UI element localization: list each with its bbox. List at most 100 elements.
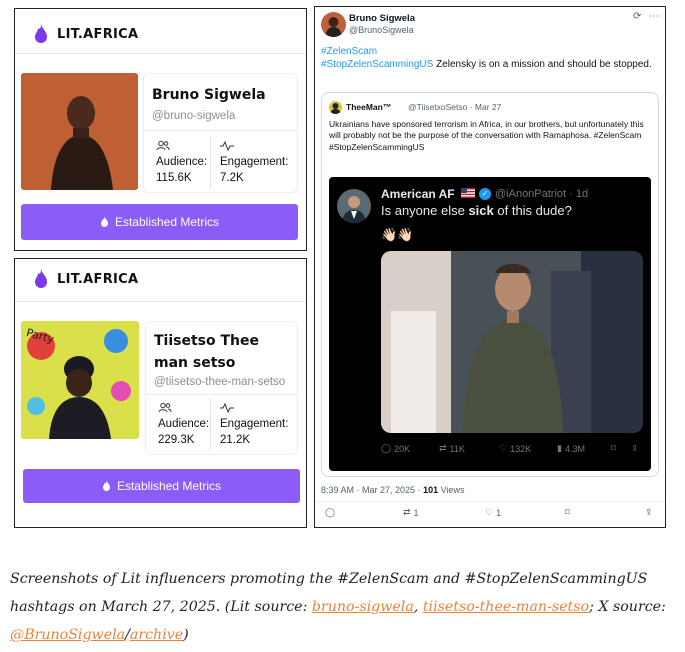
author-handle[interactable]: @BrunoSigwela xyxy=(349,25,414,35)
verified-badge-icon: ✓ xyxy=(479,188,491,200)
lit-logo[interactable]: LIT.AFRICA xyxy=(33,268,138,290)
bookmark-icon: ⌑ xyxy=(611,443,616,453)
share-button[interactable]: ⇪ xyxy=(645,507,653,518)
like-count: 1 xyxy=(496,507,502,518)
share-icon: ⇪ xyxy=(645,507,653,517)
more-options-icon[interactable]: ⋯ xyxy=(649,11,659,22)
media-replies: ◯ 20K xyxy=(381,443,410,454)
audience-value: 115.6K xyxy=(156,172,192,184)
engagement-label: Engagement: xyxy=(220,156,289,168)
profile-photo xyxy=(21,73,138,190)
quote-author-name: TheeMan™ xyxy=(346,102,392,112)
media-likes: ♡ 132K xyxy=(499,443,531,454)
media-bookmark: ⌑ xyxy=(611,443,616,454)
quote-author-avatar xyxy=(329,101,342,114)
media-author-avatar xyxy=(337,189,371,223)
engagement-value: 21.2K xyxy=(220,434,251,446)
media-reposts: ⇄ 11K xyxy=(439,443,465,454)
flame-icon xyxy=(102,480,110,491)
share-icon: ⇪ xyxy=(631,443,639,453)
caption-text-3: ) xyxy=(183,627,189,643)
media-text-suffix: of this dude? xyxy=(493,203,572,218)
profile-name: Bruno Sigwela xyxy=(152,87,266,103)
author-name[interactable]: Bruno Sigwela xyxy=(349,13,415,24)
repost-icon: ⇄ xyxy=(439,443,447,453)
lit-card-bruno: LIT.AFRICA Bruno Sigwela @bruno-sigwela … xyxy=(14,8,307,251)
hashtag-stopzelenscammingus[interactable]: #StopZelenScammingUS xyxy=(321,59,433,70)
flame-logo-icon xyxy=(35,269,47,288)
profile-name: Tiisetso Thee man setso xyxy=(154,333,259,371)
grok-icon[interactable]: ⟳ xyxy=(633,11,641,22)
post-timestamp[interactable]: 8:39 AM · Mar 27, 2025 · 101 Views xyxy=(321,485,464,495)
lit-card-tiisetso: LIT.AFRICA Party Tiisetso Thee man setso… xyxy=(14,258,307,528)
post-time: 8:39 AM · Mar 27, 2025 · xyxy=(321,485,424,495)
figure-caption: Screenshots of Lit influencers promoting… xyxy=(10,565,680,649)
media-replies-count: 20K xyxy=(394,443,411,454)
profile-info-card: Bruno Sigwela @bruno-sigwela Audience: 1… xyxy=(143,73,298,193)
metric-divider xyxy=(210,398,211,450)
reply-icon: ◯ xyxy=(325,507,336,517)
media-views: ▮ 4.3M xyxy=(557,443,585,454)
metric-divider xyxy=(210,136,211,188)
quote-author-meta: @TiisetxoSetso · Mar 27 xyxy=(408,102,502,112)
post-views-count: 101 xyxy=(423,485,439,495)
post-views-label: Views xyxy=(438,485,465,495)
profile-handle: @bruno-sigwela xyxy=(152,110,236,122)
actions-divider xyxy=(315,501,665,502)
media-text-bold: sick xyxy=(468,203,494,218)
audience-icon xyxy=(158,402,172,413)
like-icon: ♡ xyxy=(499,443,508,453)
audience-icon xyxy=(156,140,170,151)
repost-button[interactable]: ⇄ 1 xyxy=(403,507,419,518)
media-text-prefix: Is anyone else xyxy=(381,203,469,218)
quote-text: Ukrainians have sponsored terrorism in A… xyxy=(329,119,644,152)
caption-text-2: ; X source: xyxy=(589,599,666,615)
media-stats-bar: ◯ 20K ⇄ 11K ♡ 132K ▮ 4.3M ⌑ ⇪ xyxy=(381,443,643,459)
views-icon: ▮ xyxy=(557,443,562,453)
info-divider xyxy=(146,394,297,395)
lit-logo[interactable]: LIT.AFRICA xyxy=(33,23,138,45)
tweet-body: Zelensky is on a mission and should be s… xyxy=(436,59,652,70)
established-metrics-button[interactable]: Established Metrics xyxy=(21,204,298,240)
author-avatar[interactable] xyxy=(321,12,346,37)
header-divider xyxy=(15,53,306,54)
bookmark-button[interactable]: ⌑ xyxy=(565,507,570,518)
caption-link-x-profile[interactable]: @BrunoSigwela xyxy=(10,627,125,643)
audience-label: Audience: xyxy=(158,418,210,430)
caption-link-tiisetso[interactable]: tiisetso-thee-man-setso xyxy=(423,599,589,615)
like-icon: ♡ xyxy=(485,507,494,517)
media-reposts-count: 11K xyxy=(449,443,465,454)
engagement-value: 7.2K xyxy=(220,172,244,184)
engagement-label: Engagement: xyxy=(220,418,289,430)
caption-link-archive[interactable]: archive xyxy=(130,627,183,643)
media-views-count: 4.3M xyxy=(564,443,585,454)
x-post-panel: Bruno Sigwela @BrunoSigwela ⟳ ⋯ #ZelenSc… xyxy=(314,6,666,528)
media-author-name: American AF xyxy=(381,187,455,201)
button-label: Established Metrics xyxy=(116,479,222,493)
quoted-post[interactable]: TheeMan™ @TiisetxoSetso · Mar 27 Ukraini… xyxy=(321,92,659,477)
waving-hands-emoji: 👋🏻👋🏻 xyxy=(381,227,414,242)
repost-icon: ⇄ xyxy=(403,507,411,517)
activity-icon xyxy=(220,140,234,152)
caption-separator-1: , xyxy=(413,599,423,615)
like-button[interactable]: ♡ 1 xyxy=(485,507,501,518)
button-label: Established Metrics xyxy=(114,215,220,229)
profile-info-card: Tiisetso Thee man setso @tiisetso-thee-m… xyxy=(145,321,298,455)
media-author-meta: @iAnonPatriot · 1d xyxy=(495,188,589,200)
activity-icon xyxy=(220,402,234,414)
media-tweet-text: Is anyone else sick of this dude? xyxy=(381,203,572,218)
audience-label: Audience: xyxy=(156,156,208,168)
caption-link-bruno-sigwela[interactable]: bruno-sigwela xyxy=(312,599,414,615)
bookmark-icon: ⌑ xyxy=(565,507,570,517)
media-share: ⇪ xyxy=(631,443,639,454)
media-likes-count: 132K xyxy=(510,443,532,454)
hashtag-zelenscam[interactable]: #ZelenScam xyxy=(321,45,661,58)
flame-logo-icon xyxy=(35,24,47,43)
header-divider xyxy=(15,301,306,302)
info-divider xyxy=(144,130,297,131)
reply-button[interactable]: ◯ xyxy=(325,507,335,518)
reply-icon: ◯ xyxy=(381,443,392,453)
established-metrics-button[interactable]: Established Metrics xyxy=(23,469,300,503)
tweet-text: #ZelenScam #StopZelenScammingUS Zelensky… xyxy=(321,45,661,71)
profile-handle: @tiisetso-thee-man-setso xyxy=(154,376,286,388)
